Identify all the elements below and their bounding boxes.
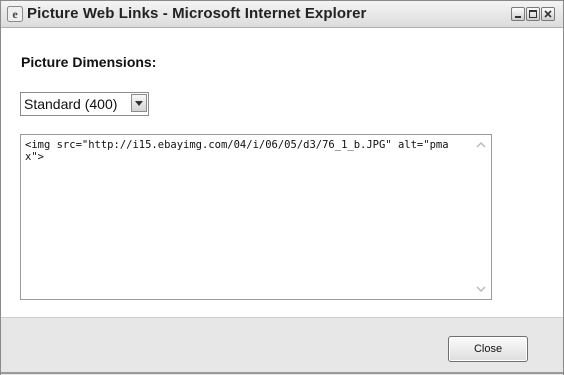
dialog-window: e Picture Web Links - Microsoft Internet… xyxy=(0,0,564,375)
dialog-content: Picture Dimensions: Standard (400) <img … xyxy=(1,28,563,316)
close-icon[interactable] xyxy=(541,7,555,21)
title-bar[interactable]: e Picture Web Links - Microsoft Internet… xyxy=(1,1,563,28)
html-code-textarea[interactable]: <img src="http://i15.ebayimg.com/04/i/06… xyxy=(20,134,492,300)
picture-dimensions-heading: Picture Dimensions: xyxy=(21,54,157,70)
scroll-down-icon[interactable] xyxy=(473,281,489,297)
maximize-icon[interactable] xyxy=(526,7,540,21)
close-button[interactable]: Close xyxy=(448,336,528,362)
picture-size-value: Standard (400) xyxy=(24,96,118,112)
chevron-down-icon[interactable] xyxy=(131,94,147,112)
vertical-scrollbar[interactable] xyxy=(473,137,489,297)
window-title: Picture Web Links - Microsoft Internet E… xyxy=(27,5,367,22)
svg-text:e: e xyxy=(12,7,18,21)
window-bottom-edge xyxy=(1,372,563,374)
minimize-icon[interactable] xyxy=(511,7,525,21)
dialog-footer: Close xyxy=(1,317,563,375)
scroll-up-icon[interactable] xyxy=(473,137,489,153)
picture-size-select[interactable]: Standard (400) xyxy=(20,92,149,116)
html-code-text: <img src="http://i15.ebayimg.com/04/i/06… xyxy=(25,139,449,163)
ie-icon: e xyxy=(7,6,23,22)
